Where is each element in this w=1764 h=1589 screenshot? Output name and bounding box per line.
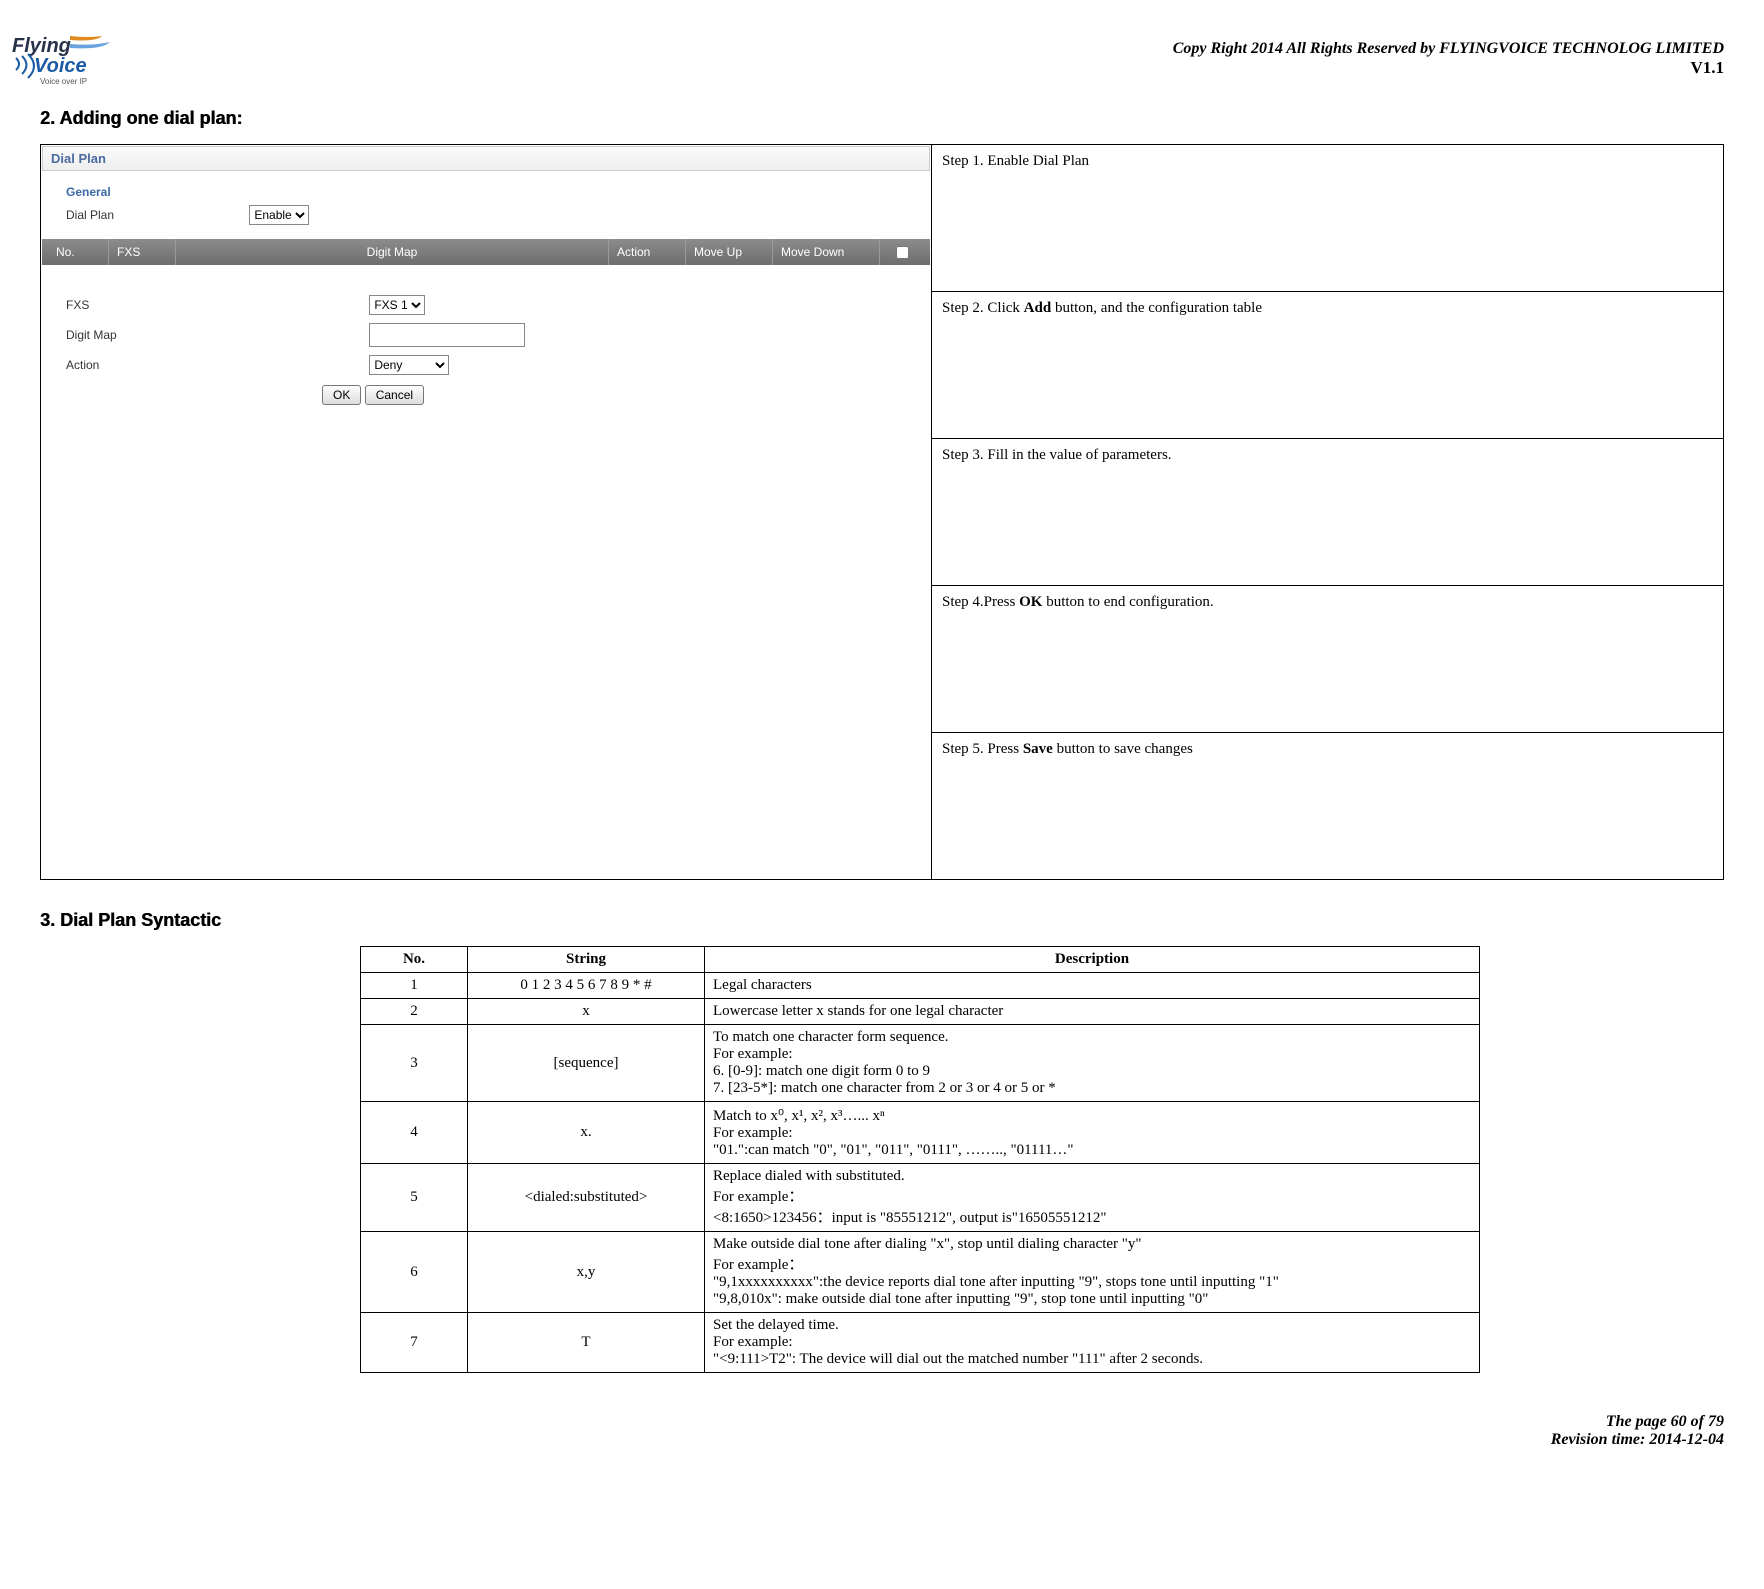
syn-header-string: String bbox=[468, 947, 705, 973]
step-2: Step 2. Click Add button, and the config… bbox=[932, 292, 1723, 438]
section-3-title: 3. Dial Plan Syntactic bbox=[40, 910, 1724, 931]
table-row: 2 x Lowercase letter x stands for one le… bbox=[361, 999, 1480, 1025]
step-3: Step 3. Fill in the value of parameters. bbox=[932, 439, 1723, 585]
svg-text:Voice: Voice bbox=[34, 55, 87, 77]
grid-col-no: No. bbox=[48, 239, 109, 265]
grid-col-digit-map: Digit Map bbox=[176, 239, 609, 265]
cancel-button[interactable]: Cancel bbox=[365, 385, 424, 405]
grid-col-move-up: Move Up bbox=[686, 239, 773, 265]
grid-col-move-down: Move Down bbox=[773, 239, 880, 265]
table-row: 4 x. Match to x⁰, x¹, x², x³…... xⁿ For … bbox=[361, 1102, 1480, 1164]
syn-header-desc: Description bbox=[705, 947, 1480, 973]
grid-header: No. FXS Digit Map Action Move Up Move Do… bbox=[42, 239, 930, 265]
footer-page: The page 60 of 79 bbox=[40, 1413, 1724, 1431]
footer-revision: Revision time: 2014-12-04 bbox=[40, 1431, 1724, 1449]
svg-text:Voice over IP: Voice over IP bbox=[40, 77, 87, 86]
section-2-title: 2. Adding one dial plan: bbox=[40, 108, 1724, 129]
syn-header-no: No. bbox=[361, 947, 468, 973]
table-row: 1 0 1 2 3 4 5 6 7 8 9 * # Legal characte… bbox=[361, 973, 1480, 999]
grid-col-action: Action bbox=[609, 239, 686, 265]
digit-map-label: Digit Map bbox=[66, 328, 366, 342]
grid-select-all[interactable] bbox=[896, 246, 909, 259]
logo: Flying Voice Voice over IP bbox=[10, 30, 120, 90]
table-row: 6 x,y Make outside dial tone after diali… bbox=[361, 1232, 1480, 1313]
version-text: V1.1 bbox=[40, 58, 1724, 78]
dial-plan-label: Dial Plan bbox=[66, 208, 246, 222]
panel-title: Dial Plan bbox=[42, 146, 930, 171]
general-label: General bbox=[66, 185, 930, 199]
grid-col-check bbox=[880, 239, 924, 265]
fxs-select[interactable]: FXS 1 bbox=[369, 295, 425, 315]
step-1: Step 1. Enable Dial Plan bbox=[932, 145, 1723, 291]
digit-map-input[interactable] bbox=[369, 323, 525, 347]
table-row: 3 [sequence] To match one character form… bbox=[361, 1025, 1480, 1102]
fxs-label: FXS bbox=[66, 298, 366, 312]
step-4: Step 4.Press OK button to end configurat… bbox=[932, 586, 1723, 732]
action-label: Action bbox=[66, 358, 366, 372]
grid-col-fxs: FXS bbox=[109, 239, 176, 265]
table-row: 7 T Set the delayed time. For example: "… bbox=[361, 1313, 1480, 1373]
dial-plan-ui: Dial Plan General Dial Plan Enable No. F… bbox=[41, 145, 931, 410]
dial-plan-select[interactable]: Enable bbox=[249, 205, 309, 225]
svg-text:Flying: Flying bbox=[12, 35, 71, 57]
action-select[interactable]: Deny bbox=[369, 355, 449, 375]
adding-dial-plan-table: Dial Plan General Dial Plan Enable No. F… bbox=[40, 144, 1724, 880]
copyright-text: Copy Right 2014 All Rights Reserved by F… bbox=[40, 40, 1724, 58]
step-5: Step 5. Press Save button to save change… bbox=[932, 733, 1723, 879]
table-row: 5 <dialed:substituted> Replace dialed wi… bbox=[361, 1164, 1480, 1232]
syntactic-table: No. String Description 1 0 1 2 3 4 5 6 7… bbox=[360, 946, 1480, 1373]
ok-button[interactable]: OK bbox=[322, 385, 361, 405]
